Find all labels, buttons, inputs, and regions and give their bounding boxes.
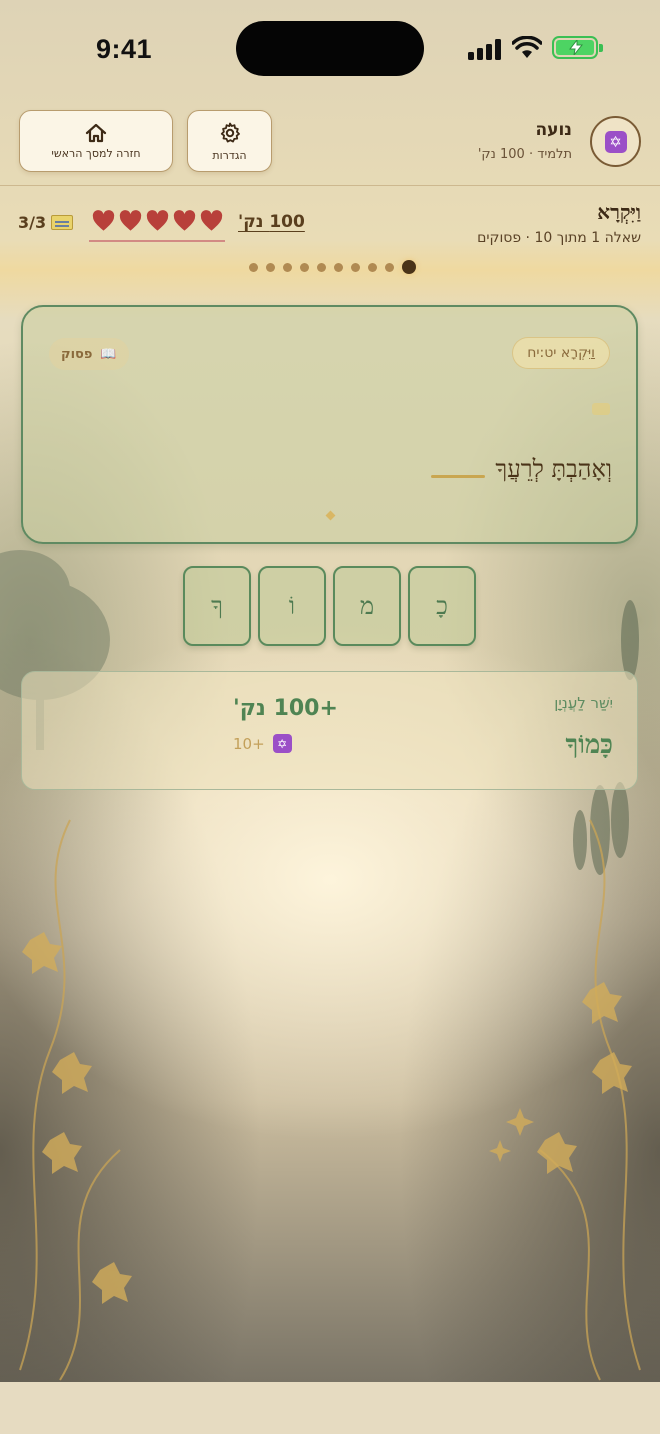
verse-type-badge: 📖 פסוק bbox=[49, 338, 129, 370]
diamond-ornament bbox=[325, 510, 336, 521]
progress-dot bbox=[283, 262, 292, 272]
verse-card: וַיִּקְרָא יט:יח 📖 פסוק וְאָהַבְתָּ לְרֵ… bbox=[21, 305, 638, 544]
progress-dot bbox=[385, 262, 394, 272]
heart-icon bbox=[119, 210, 141, 231]
star-of-david-icon: ✡ bbox=[272, 734, 292, 753]
bottom-bar bbox=[0, 1382, 660, 1434]
progress-dot bbox=[249, 262, 258, 272]
verse-reference: וַיִּקְרָא יט:יח bbox=[512, 337, 610, 369]
question-progress: שאלה 1 מתוך 10 · פסוקים bbox=[477, 230, 641, 246]
home-button-label: חזרה למסך הראשי bbox=[51, 146, 141, 160]
wifi-icon bbox=[512, 36, 542, 58]
decorative-ornament bbox=[592, 403, 610, 415]
result-card: יִשַּׁר לַעֲנְיָן כָּמוֹךָ +100 נק' ✡ +1… bbox=[21, 671, 638, 790]
points-counter: 100 נק' bbox=[238, 212, 305, 232]
progress-dot bbox=[317, 262, 326, 272]
result-feedback-label: יִשַּׁר לַעֲנְיָן bbox=[554, 694, 613, 712]
letter-tiles: ךָ וֹ מ כָ bbox=[183, 566, 476, 646]
charging-bolt-icon bbox=[569, 40, 583, 55]
progress-dot bbox=[351, 262, 360, 272]
app-header: חזרה למסך הראשי הגדרות נועה תלמיד · 100 … bbox=[0, 100, 660, 186]
letter-tile[interactable]: מ bbox=[333, 566, 401, 646]
home-button[interactable]: חזרה למסך הראשי bbox=[19, 110, 173, 172]
bonus-reward: ✡ +10 bbox=[233, 734, 292, 753]
progress-dot bbox=[266, 262, 275, 272]
dynamic-island bbox=[236, 21, 424, 76]
letter-tile[interactable]: וֹ bbox=[258, 566, 326, 646]
status-bar: 9:41 bbox=[0, 0, 660, 100]
status-time: 9:41 bbox=[96, 34, 153, 64]
letter-tile[interactable]: ךָ bbox=[183, 566, 251, 646]
app-screen: 9:41 חזרה למסך הראשי הגדרות נועה תלמיד ·… bbox=[0, 0, 660, 1382]
settings-button[interactable]: הגדרות bbox=[187, 110, 272, 172]
heart-icon bbox=[173, 210, 195, 231]
book-title: וַיִּקְרָא bbox=[597, 200, 641, 224]
progress-dot bbox=[334, 262, 343, 272]
progress-dot-current bbox=[402, 260, 416, 274]
avatar[interactable]: ✡ bbox=[590, 116, 641, 167]
progress-dot bbox=[368, 262, 377, 272]
correct-answer: כָּמוֹךָ bbox=[565, 730, 613, 760]
home-icon bbox=[85, 123, 107, 142]
heart-icon bbox=[200, 210, 222, 231]
ticket-icon bbox=[51, 215, 74, 230]
earned-points: +100 נק' bbox=[233, 696, 338, 721]
user-rank-points: תלמיד · 100 נק' bbox=[477, 147, 572, 162]
letter-tile[interactable]: כָ bbox=[408, 566, 476, 646]
signal-icon bbox=[468, 38, 502, 60]
lives-hearts bbox=[89, 210, 225, 242]
verse-line: וְאָהַבְתָּ לְרֵעֲךָ bbox=[431, 455, 612, 484]
battery-icon bbox=[552, 36, 603, 59]
question-progress-dots bbox=[249, 260, 416, 274]
progress-dot bbox=[300, 262, 309, 272]
tickets-counter: 3/3 bbox=[18, 213, 74, 232]
verse-type-label: פסוק bbox=[61, 346, 93, 362]
verse-text: וְאָהַבְתָּ לְרֵעֲךָ bbox=[495, 455, 612, 483]
gear-icon bbox=[220, 122, 240, 142]
book-icon: 📖 bbox=[100, 346, 117, 362]
bonus-amount: +10 bbox=[233, 734, 265, 753]
answer-blank bbox=[431, 475, 486, 478]
tickets-count: 3/3 bbox=[18, 213, 47, 232]
heart-icon bbox=[92, 210, 114, 231]
heart-icon bbox=[146, 210, 168, 231]
user-name: נועה bbox=[535, 120, 572, 140]
settings-button-label: הגדרות bbox=[212, 148, 247, 162]
star-of-david-icon: ✡ bbox=[604, 130, 627, 153]
